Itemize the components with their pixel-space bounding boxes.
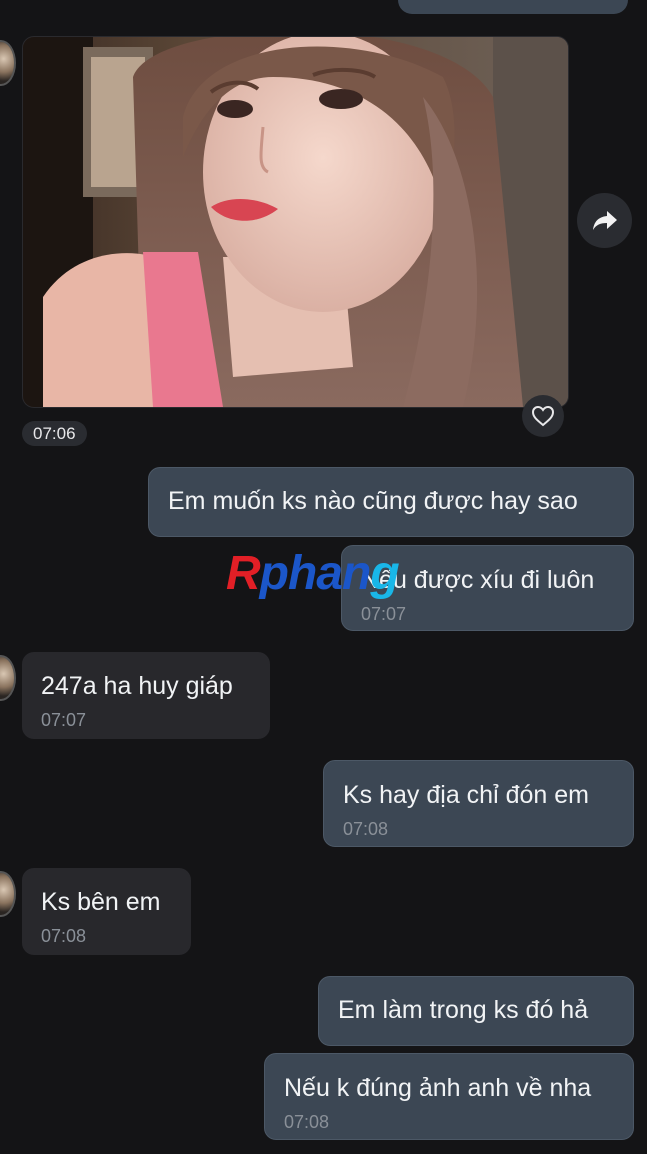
message-text: Ks bên em [41,888,161,916]
message-timestamp: 07:07 [361,604,407,624]
message-timestamp: 07:08 [343,819,389,839]
outgoing-message-bubble[interactable]: Ks hay địa chỉ đón em 07:08 [323,760,634,847]
incoming-message-bubble[interactable]: Ks bên em 07:08 [22,868,191,955]
forward-arrow-icon [592,210,617,230]
outgoing-message-bubble[interactable]: Nếu k đúng ảnh anh về nha 07:08 [264,1053,634,1140]
outgoing-message-bubble[interactable]: Em muốn ks nào cũng được hay sao [148,467,634,537]
message-text: Em làm trong ks đó hả [338,996,589,1024]
message-text: Em muốn ks nào cũng được hay sao [168,487,578,515]
watermark-logo: Rphang [226,547,400,600]
message-text: Ks hay địa chỉ đón em [343,781,589,809]
sender-avatar[interactable] [0,40,16,86]
forward-button[interactable] [577,193,632,248]
message-timestamp: 07:08 [41,926,87,946]
message-text: Nếu k đúng ảnh anh về nha [284,1074,592,1102]
sender-avatar[interactable] [0,871,16,917]
previous-message-bubble[interactable] [398,0,628,14]
photo-message[interactable] [22,36,569,408]
heart-outline-icon [531,405,555,427]
photo-timestamp: 07:06 [22,421,87,446]
photo-portrait-image [23,37,568,407]
outgoing-message-bubble[interactable]: Em làm trong ks đó hả [318,976,634,1046]
react-heart-button[interactable] [522,395,564,437]
message-text: 247a ha huy giáp [41,672,233,700]
sender-avatar[interactable] [0,655,16,701]
incoming-message-bubble[interactable]: 247a ha huy giáp 07:07 [22,652,270,739]
message-timestamp: 07:07 [41,710,87,730]
message-timestamp: 07:08 [284,1112,330,1132]
